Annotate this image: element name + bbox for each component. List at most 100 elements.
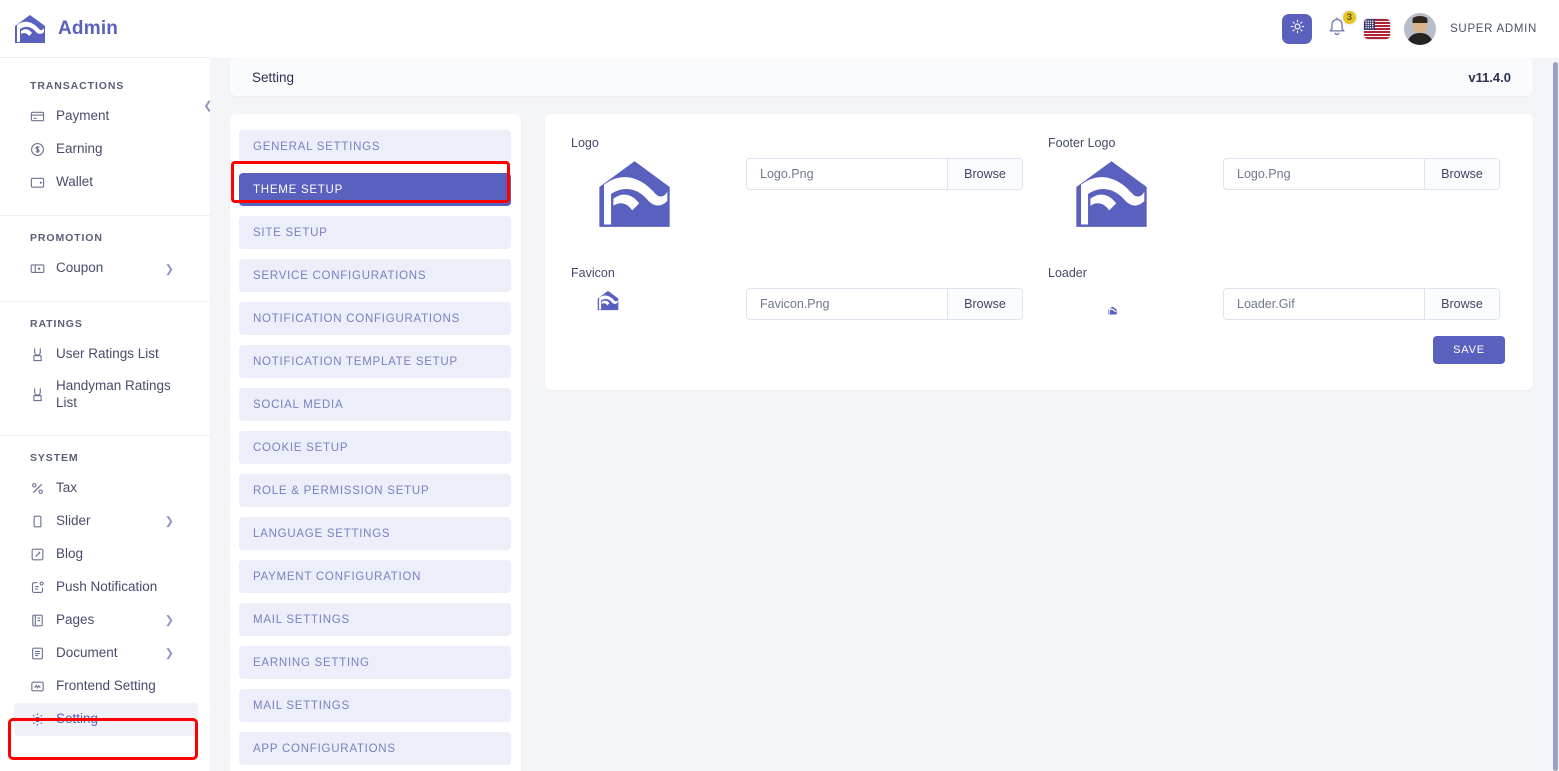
house-hammer-logo-icon <box>597 158 672 230</box>
sidebar-item-pages[interactable]: Pages ❯ <box>0 604 210 637</box>
sidebar-item-frontend-setting[interactable]: Frontend Setting <box>0 670 210 703</box>
sidebar-nav: TRANSACTIONS Payment Earning Wallet PROM… <box>0 58 210 752</box>
sidebar-item-push-notification[interactable]: Push Notification <box>0 571 210 604</box>
notifications-button[interactable]: 3 <box>1326 9 1359 43</box>
sidebar-item-setting[interactable]: Setting <box>14 702 198 736</box>
house-hammer-logo-icon <box>1074 158 1149 230</box>
nav-group-promotion: PROMOTION Coupon ❯ <box>0 216 210 302</box>
brand-name: Admin <box>58 17 119 39</box>
sidebar-collapse-toggle[interactable]: ❮ <box>197 88 210 122</box>
favicon-label: Favicon <box>571 266 615 280</box>
settings-tab-list: GENERAL SETTINGS THEME SETUP SITE SETUP … <box>230 114 521 771</box>
loader-browse-button[interactable]: Browse <box>1424 289 1499 319</box>
avatar-body <box>1407 33 1434 45</box>
tab-service-configurations[interactable]: SERVICE CONFIGURATIONS <box>239 259 511 292</box>
flag-canton <box>1364 19 1376 30</box>
favicon-preview <box>571 288 746 311</box>
sidebar-item-wallet[interactable]: Wallet <box>0 166 210 199</box>
medal-icon <box>30 387 45 402</box>
save-row: SAVE <box>1048 336 1505 364</box>
topbar: 3 SUPER ADMIN <box>210 0 1559 58</box>
content-area: GENERAL SETTINGS THEME SETUP SITE SETUP … <box>210 96 1559 771</box>
credit-card-icon <box>30 109 45 124</box>
brand[interactable]: Admin <box>0 0 210 58</box>
logo-field-row: Logo.Png Browse <box>571 158 1028 230</box>
tab-app-configurations[interactable]: APP CONFIGURATIONS <box>239 732 511 765</box>
scrollbar-thumb[interactable] <box>1553 62 1558 771</box>
brand-logo-icon <box>14 14 46 44</box>
nav-group-title: SYSTEM <box>30 451 79 464</box>
language-flag-button[interactable] <box>1364 19 1391 39</box>
loader-preview <box>1048 288 1223 315</box>
page-title: Setting <box>252 69 295 85</box>
tab-role-permission-setup[interactable]: ROLE & PERMISSION SETUP <box>239 474 511 507</box>
tab-notification-configurations[interactable]: NOTIFICATION CONFIGURATIONS <box>239 302 511 335</box>
admin-app: Admin ❮ TRANSACTIONS Payment <box>0 0 1559 771</box>
save-button[interactable]: SAVE <box>1433 336 1505 364</box>
theme-setup-grid: Logo Logo.Png Browse Favicon Favicon.Png… <box>571 136 1505 364</box>
avatar-hair <box>1412 16 1428 23</box>
page-header-bar: Setting v11.4.0 <box>230 58 1533 96</box>
sidebar-item-label: Earning <box>56 141 103 157</box>
topbar-actions: 3 SUPER ADMIN <box>1282 9 1537 45</box>
footer-logo-field-row: Logo.Png Browse <box>1048 158 1505 230</box>
footer-logo-preview <box>1048 158 1223 230</box>
ticket-icon <box>30 261 45 276</box>
footer-logo-browse-button[interactable]: Browse <box>1424 159 1499 189</box>
footer-logo-file-name: Logo.Png <box>1237 167 1291 181</box>
theme-setup-column-right: Footer Logo Logo.Png Browse Loader Loade… <box>1028 136 1505 364</box>
tab-language-settings[interactable]: LANGUAGE SETTINGS <box>239 517 511 550</box>
chevron-right-icon: ❯ <box>164 515 174 528</box>
theme-toggle-button[interactable] <box>1282 14 1313 44</box>
nav-group-title: RATINGS <box>30 318 83 330</box>
tab-mail-settings-secondary[interactable]: MAIL SETTINGS <box>239 689 511 722</box>
tab-theme-setup[interactable]: THEME SETUP <box>239 173 511 206</box>
favicon-browse-button[interactable]: Browse <box>947 289 1022 319</box>
sidebar-item-slider[interactable]: Slider ❯ <box>0 505 210 538</box>
tab-general-settings[interactable]: GENERAL SETTINGS <box>239 130 511 163</box>
sidebar-item-coupon[interactable]: Coupon ❯ <box>0 252 210 285</box>
sidebar-item-document[interactable]: Document ❯ <box>0 637 210 670</box>
sidebar-item-user-ratings-list[interactable]: User Ratings List <box>0 338 210 371</box>
footer-logo-label: Footer Logo <box>1048 136 1116 150</box>
tab-social-media[interactable]: SOCIAL MEDIA <box>239 388 511 421</box>
tab-earning-setting[interactable]: EARNING SETTING <box>239 646 511 679</box>
tab-payment-configuration[interactable]: PAYMENT CONFIGURATION <box>239 560 511 593</box>
loader-field-row: Loader.Gif Browse <box>1048 288 1505 320</box>
sidebar-item-tax[interactable]: Tax <box>0 472 210 505</box>
favicon-field-row: Favicon.Png Browse <box>571 288 1028 320</box>
logo-file-name: Logo.Png <box>760 167 814 181</box>
sidebar-item-label: Setting <box>56 710 99 726</box>
bell-icon <box>1326 17 1348 43</box>
sidebar-item-label: User Ratings List <box>56 346 159 362</box>
notification-badge: 3 <box>1340 9 1359 26</box>
favicon-file-input[interactable]: Favicon.Png Browse <box>746 288 1023 320</box>
chevron-right-icon: ❯ <box>164 647 174 660</box>
slider-box-icon <box>30 514 45 529</box>
logo-browse-button[interactable]: Browse <box>947 159 1022 189</box>
sidebar-item-earning[interactable]: Earning <box>0 133 210 166</box>
blog-edit-icon <box>30 547 45 562</box>
sidebar-item-label: Tax <box>56 479 78 495</box>
sidebar-item-label: Handyman Ratings List <box>56 378 171 410</box>
avatar[interactable] <box>1404 13 1437 45</box>
theme-setup-panel: Logo Logo.Png Browse Favicon Favicon.Png… <box>545 114 1533 390</box>
logo-preview <box>571 158 746 230</box>
sidebar-item-handyman-ratings-list[interactable]: Handyman Ratings List <box>0 371 185 419</box>
page-scrollbar[interactable] <box>1552 0 1559 771</box>
sidebar-item-payment[interactable]: Payment <box>0 100 210 133</box>
sidebar-item-label: Slider <box>56 512 91 528</box>
logo-file-input[interactable]: Logo.Png Browse <box>746 158 1023 190</box>
tab-notification-template-setup[interactable]: NOTIFICATION TEMPLATE SETUP <box>239 345 511 378</box>
tab-site-setup[interactable]: SITE SETUP <box>239 216 511 249</box>
theme-setup-column-left: Logo Logo.Png Browse Favicon Favicon.Png… <box>571 136 1028 364</box>
app-version-label: v11.4.0 <box>1468 69 1511 85</box>
nav-group-transactions: TRANSACTIONS Payment Earning Wallet <box>0 64 210 216</box>
tab-mail-settings[interactable]: MAIL SETTINGS <box>239 603 511 636</box>
loader-file-name: Loader.Gif <box>1237 297 1295 311</box>
footer-logo-file-input[interactable]: Logo.Png Browse <box>1223 158 1500 190</box>
tab-cookie-setup[interactable]: COOKIE SETUP <box>239 431 511 464</box>
sidebar-item-blog[interactable]: Blog <box>0 538 210 571</box>
loader-file-input[interactable]: Loader.Gif Browse <box>1223 288 1500 320</box>
